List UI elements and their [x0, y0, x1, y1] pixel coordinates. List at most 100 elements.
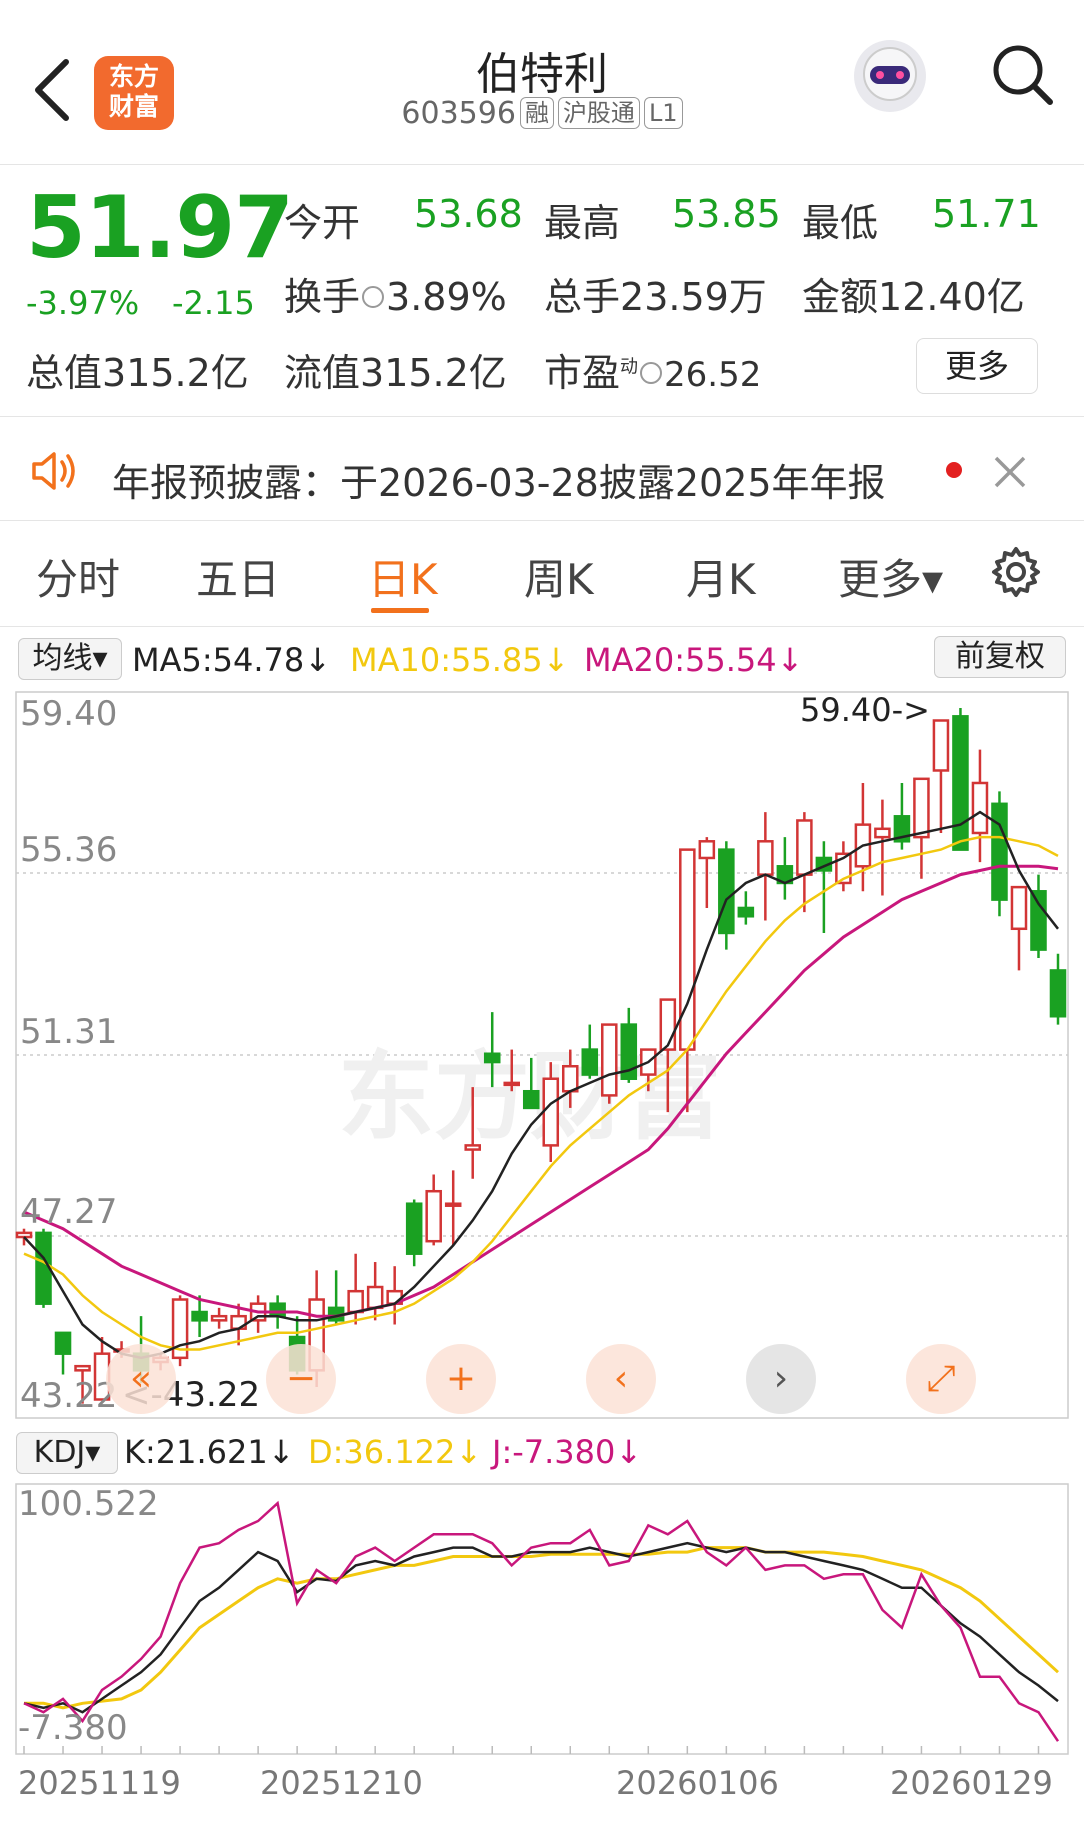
scroll-left-fast-button[interactable]: «: [106, 1344, 176, 1414]
tab-five-day[interactable]: 五日: [196, 546, 280, 607]
volume-stat: 总手23.59万: [544, 266, 767, 321]
candle-body: [74, 1364, 91, 1372]
zoom-out-button[interactable]: −: [266, 1344, 336, 1414]
x-tick-3: 20260106: [616, 1764, 779, 1802]
candle-body: [561, 1064, 579, 1093]
float-value: 315.2亿: [360, 351, 507, 395]
zoom-out-icon: −: [285, 1358, 317, 1399]
info-icon[interactable]: [640, 362, 663, 384]
candle: [932, 719, 950, 833]
adjust-button[interactable]: 前复权: [934, 636, 1066, 678]
candle-body: [425, 1189, 442, 1243]
kdj-chart[interactable]: [0, 1480, 1084, 1760]
search-button[interactable]: [988, 40, 1058, 110]
float-label: 流值: [284, 351, 361, 395]
candle-body: [698, 840, 716, 860]
candle: [913, 777, 930, 879]
candle-body: [503, 1081, 521, 1087]
zoom-in-button[interactable]: +: [426, 1344, 496, 1414]
mktcap-value: 315.2亿: [102, 351, 249, 395]
tab-monthly-k[interactable]: 月K: [686, 546, 756, 607]
x-tick-4: 20260129: [890, 1764, 1053, 1802]
mktcap-stat: 总值315.2亿: [26, 342, 249, 397]
chevron-right-icon: ›: [773, 1358, 789, 1399]
candle-body: [15, 1231, 33, 1239]
x-tick-1: 20251119: [18, 1764, 181, 1802]
speaker-icon: [28, 446, 82, 496]
candle-body: [405, 1202, 423, 1255]
stock-code: 603596: [401, 96, 516, 131]
low-label: 最低: [802, 201, 879, 245]
candle-body: [54, 1331, 72, 1355]
candle: [171, 1295, 189, 1367]
mktcap-label: 总值: [26, 351, 103, 395]
notice-text[interactable]: 年报预披露：于2026-03-28披露2025年年报: [112, 452, 886, 507]
candle: [1030, 874, 1047, 958]
volume-value: 23.59万: [620, 275, 767, 319]
candle-body: [913, 777, 930, 839]
tab-weekly-k[interactable]: 周K: [524, 546, 594, 607]
turnover-label: 换手: [284, 275, 361, 319]
candle-body: [522, 1089, 540, 1110]
candle-body: [1030, 890, 1047, 951]
search-icon: [993, 45, 1053, 105]
notice-close-button[interactable]: [990, 452, 1030, 492]
tab-more[interactable]: 更多▾: [838, 546, 943, 607]
kdj-k-label: K:21.621↓: [124, 1433, 295, 1471]
amount-value: 12.40亿: [878, 275, 1025, 319]
kline-chart[interactable]: 东方财富 59.40-> <-43.22: [0, 690, 1084, 1420]
tag-margin: 融: [519, 97, 554, 129]
candle-body: [210, 1314, 228, 1322]
ma20-label: MA20:55.54↓: [584, 641, 804, 679]
candle: [601, 1023, 618, 1104]
candle-body: [718, 848, 735, 935]
pct-change: -3.97%: [26, 284, 140, 322]
candle: [210, 1307, 228, 1329]
abs-change: -2.15: [172, 284, 255, 322]
zoom-in-icon: +: [445, 1358, 477, 1399]
amount-label: 金额: [802, 275, 879, 319]
candle: [425, 1174, 442, 1246]
candle: [366, 1262, 384, 1321]
candle: [796, 812, 813, 913]
pe-label: 市盈: [544, 351, 621, 395]
close-icon: [994, 456, 1026, 488]
candle-body: [757, 840, 774, 876]
assistant-avatar-button[interactable]: [850, 36, 930, 116]
tab-daily-k[interactable]: 日K: [368, 546, 438, 607]
candle: [971, 749, 989, 863]
candle-body: [542, 1077, 560, 1147]
turnover-stat: 换手 3.89%: [284, 266, 507, 321]
open-label: 今开: [284, 201, 361, 245]
candle: [893, 782, 911, 850]
robot-avatar-icon: [854, 40, 926, 112]
candle-body: [874, 827, 891, 839]
chart-settings-button[interactable]: [988, 544, 1044, 600]
chevron-left-icon: ‹: [613, 1358, 629, 1399]
ma-selector[interactable]: 均线▾: [18, 638, 122, 680]
candle-body: [581, 1048, 599, 1076]
candle-body: [679, 848, 696, 1051]
more-quote-button[interactable]: 更多: [916, 338, 1038, 394]
last-price: 51.97: [26, 178, 294, 278]
kdj-y-max: 100.522: [18, 1484, 159, 1524]
fullscreen-button[interactable]: ⤢: [906, 1344, 976, 1414]
candle-body: [269, 1302, 286, 1318]
unread-dot: [946, 462, 962, 478]
info-icon[interactable]: [362, 286, 385, 308]
y-tick-4: 47.27: [20, 1192, 118, 1232]
double-chevron-left-icon: «: [129, 1358, 153, 1399]
tab-intraday[interactable]: 分时: [36, 546, 120, 607]
candle: [405, 1199, 423, 1267]
amount-stat: 金额12.40亿: [802, 266, 1025, 321]
candle-body: [796, 819, 813, 876]
indicator-selector[interactable]: KDJ▾: [16, 1432, 118, 1474]
y-tick-2: 55.36: [20, 830, 118, 870]
candle: [249, 1295, 267, 1333]
candle-body: [444, 1202, 462, 1207]
candle-body: [932, 719, 950, 772]
scroll-right-button[interactable]: ›: [746, 1344, 816, 1414]
scroll-left-button[interactable]: ‹: [586, 1344, 656, 1414]
kdj-d-label: D:36.122↓: [308, 1433, 483, 1471]
candle: [737, 891, 755, 925]
